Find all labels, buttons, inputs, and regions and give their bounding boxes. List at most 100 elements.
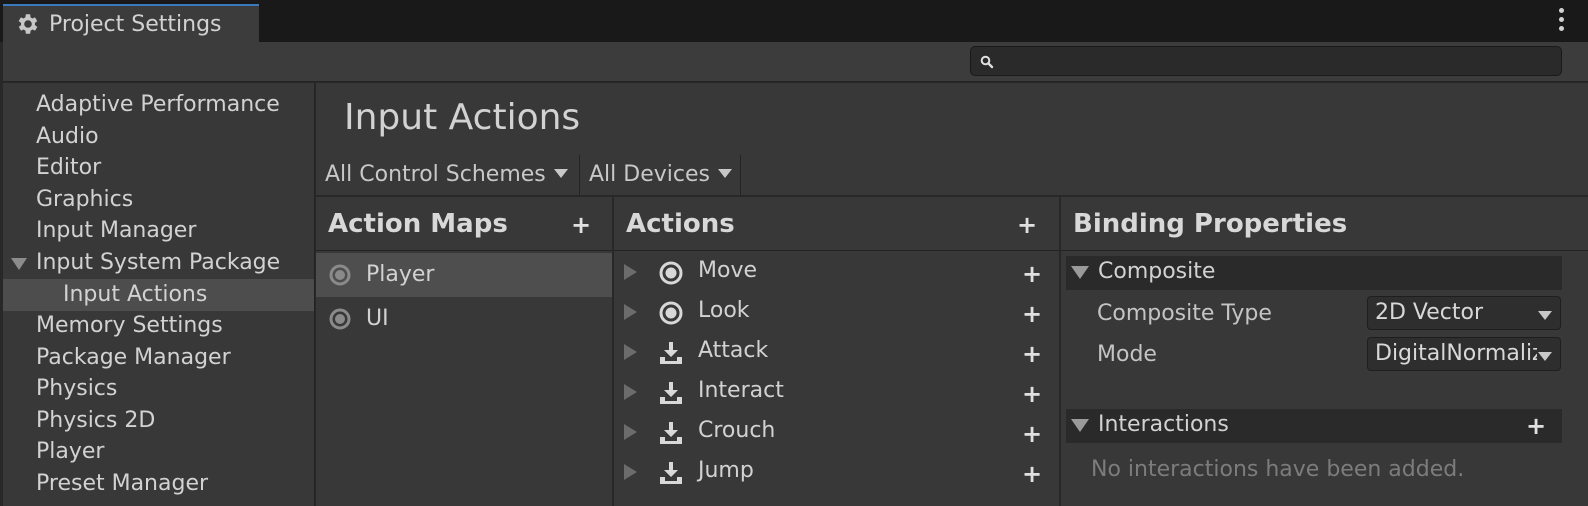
chevron-down-icon xyxy=(717,168,732,178)
sidebar-item-label: Player xyxy=(36,439,105,464)
actions-panel: Actions + Move + Look + Attack + Interac… xyxy=(614,197,1059,506)
expand-arrow-icon[interactable] xyxy=(624,464,637,480)
action-label: Move xyxy=(698,258,757,283)
sidebar-item-label: Input Manager xyxy=(36,218,197,243)
sidebar-item-audio[interactable]: Audio xyxy=(3,121,314,153)
search-bar-row xyxy=(3,42,1588,82)
action-maps-header: Action Maps + xyxy=(316,197,612,251)
sidebar-item-preset-manager[interactable]: Preset Manager xyxy=(3,468,314,500)
chevron-down-icon xyxy=(553,168,568,178)
sidebar-item-graphics[interactable]: Graphics xyxy=(3,184,314,216)
search-input[interactable] xyxy=(1001,50,1551,72)
sidebar-item-adaptive-performance[interactable]: Adaptive Performance xyxy=(3,89,314,121)
add-binding-button[interactable]: + xyxy=(1022,382,1042,406)
devices-dropdown[interactable]: All Devices xyxy=(580,155,741,195)
add-interaction-button[interactable]: + xyxy=(1526,414,1546,438)
sidebar-item-physics-2d[interactable]: Physics 2D xyxy=(3,405,314,437)
action-label: Jump xyxy=(698,458,754,483)
input-actions-page: Input Actions All Control Schemes All De… xyxy=(316,83,1588,506)
action-label: Attack xyxy=(698,338,769,363)
action-label: Crouch xyxy=(698,418,776,443)
sidebar-item-label: Graphics xyxy=(36,187,134,212)
add-binding-button[interactable]: + xyxy=(1022,302,1042,326)
sidebar-item-label: Physics xyxy=(36,376,118,401)
expand-arrow-icon[interactable] xyxy=(624,264,637,280)
binding-properties-header: Binding Properties xyxy=(1061,197,1588,251)
button-action-icon xyxy=(660,342,682,364)
button-action-icon xyxy=(660,422,682,444)
composite-header: Composite xyxy=(1098,259,1216,284)
action-map-item-player[interactable]: Player xyxy=(316,253,612,297)
expand-arrow-icon[interactable] xyxy=(624,424,637,440)
composite-type-label: Composite Type xyxy=(1097,301,1272,326)
action-item-crouch[interactable]: Crouch + xyxy=(614,413,1059,453)
sidebar-item-physics[interactable]: Physics xyxy=(3,373,314,405)
add-binding-button[interactable]: + xyxy=(1022,342,1042,366)
chevron-down-icon xyxy=(1538,352,1552,361)
expand-arrow-icon[interactable] xyxy=(624,384,637,400)
add-binding-button[interactable]: + xyxy=(1022,262,1042,286)
action-item-interact[interactable]: Interact + xyxy=(614,373,1059,413)
no-interactions-message: No interactions have been added. xyxy=(1091,457,1465,482)
action-map-icon xyxy=(329,264,351,286)
composite-foldout[interactable]: Composite xyxy=(1066,256,1562,290)
sidebar-item-label: Editor xyxy=(36,155,102,180)
expand-arrow-icon[interactable] xyxy=(624,304,637,320)
search-field[interactable] xyxy=(970,46,1562,76)
binding-properties-panel: Binding Properties Composite Composite T… xyxy=(1061,197,1588,506)
action-map-label: UI xyxy=(366,306,389,331)
action-item-jump[interactable]: Jump + xyxy=(614,453,1059,493)
sidebar-item-editor[interactable]: Editor xyxy=(3,152,314,184)
interactions-foldout[interactable]: Interactions + xyxy=(1066,409,1562,443)
add-action-button[interactable]: + xyxy=(1017,213,1037,237)
settings-sidebar: Adaptive Performance Audio Editor Graphi… xyxy=(3,83,315,506)
sidebar-item-label: Adaptive Performance xyxy=(36,92,280,117)
action-label: Look xyxy=(698,298,750,323)
action-maps-panel: Action Maps + Player UI xyxy=(316,197,612,506)
devices-label: All Devices xyxy=(589,162,710,187)
editor-panels: Action Maps + Player UI Actions + Move +… xyxy=(316,195,1588,506)
gear-icon xyxy=(18,14,38,34)
foldout-arrow-icon xyxy=(1071,266,1089,279)
kebab-menu-icon[interactable] xyxy=(1558,8,1566,32)
action-label: Interact xyxy=(698,378,784,403)
sidebar-item-input-actions[interactable]: Input Actions xyxy=(3,279,314,311)
project-settings-tab[interactable]: Project Settings xyxy=(3,4,259,42)
action-item-move[interactable]: Move + xyxy=(614,253,1059,293)
sidebar-item-label: Package Manager xyxy=(36,345,231,370)
control-schemes-dropdown[interactable]: All Control Schemes xyxy=(316,155,580,195)
sidebar-item-package-manager[interactable]: Package Manager xyxy=(3,342,314,374)
value-action-icon xyxy=(659,261,683,285)
button-action-icon xyxy=(660,462,682,484)
add-action-map-button[interactable]: + xyxy=(571,213,591,237)
chevron-down-icon xyxy=(1538,311,1552,320)
foldout-arrow-icon[interactable] xyxy=(11,258,27,270)
expand-arrow-icon[interactable] xyxy=(624,344,637,360)
sidebar-item-label: Memory Settings xyxy=(36,313,223,338)
sidebar-item-memory-settings[interactable]: Memory Settings xyxy=(3,310,314,342)
composite-type-dropdown[interactable]: 2D Vector xyxy=(1367,296,1561,330)
mode-dropdown[interactable]: DigitalNormalized xyxy=(1367,337,1561,371)
add-binding-button[interactable]: + xyxy=(1022,422,1042,446)
foldout-arrow-icon xyxy=(1071,419,1089,432)
action-item-look[interactable]: Look + xyxy=(614,293,1059,333)
value-action-icon xyxy=(659,301,683,325)
sidebar-item-label: Audio xyxy=(36,124,99,149)
sidebar-item-label: Input Actions xyxy=(63,282,208,307)
sidebar-item-label: Preset Manager xyxy=(36,471,209,496)
action-map-icon xyxy=(329,308,351,330)
action-map-item-ui[interactable]: UI xyxy=(316,297,612,341)
sidebar-item-input-manager[interactable]: Input Manager xyxy=(3,215,314,247)
add-binding-button[interactable]: + xyxy=(1022,462,1042,486)
mode-label: Mode xyxy=(1097,342,1157,367)
actions-header: Actions + xyxy=(614,197,1059,251)
actions-title: Actions xyxy=(626,209,735,239)
input-actions-toolbar: All Control Schemes All Devices xyxy=(316,153,1588,195)
action-item-attack[interactable]: Attack + xyxy=(614,333,1059,373)
sidebar-item-input-system-package[interactable]: Input System Package xyxy=(3,247,314,279)
sidebar-item-label: Input System Package xyxy=(36,250,281,275)
sidebar-item-player[interactable]: Player xyxy=(3,436,314,468)
action-map-label: Player xyxy=(366,262,435,287)
mode-value: DigitalNormalized xyxy=(1375,341,1537,366)
tab-title: Project Settings xyxy=(49,11,222,37)
